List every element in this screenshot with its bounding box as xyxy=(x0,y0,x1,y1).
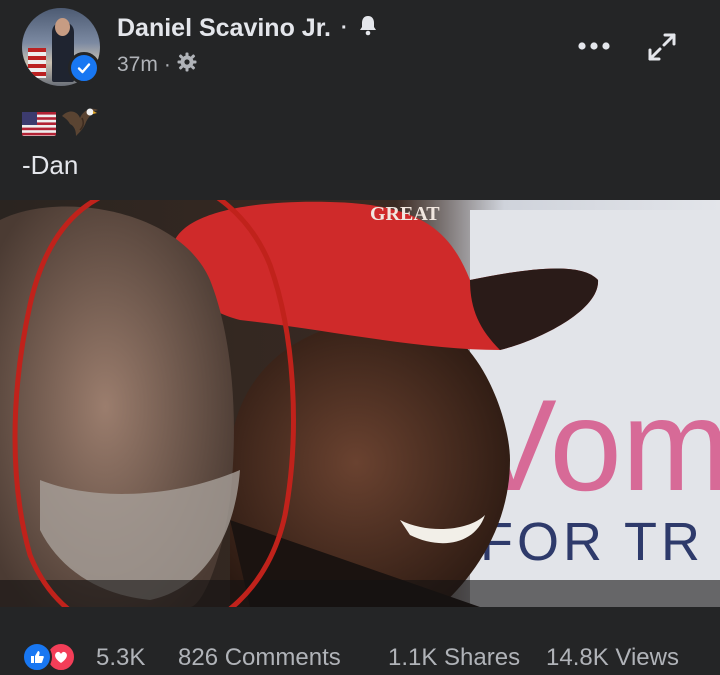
more-dots-icon xyxy=(578,42,610,50)
post-text: -Dan xyxy=(22,150,79,180)
separator-dot: · xyxy=(341,17,348,39)
post-meta: 37m · xyxy=(117,52,197,78)
views-count: 14.8K Views xyxy=(546,644,679,671)
expand-icon xyxy=(648,33,676,61)
verified-badge-icon xyxy=(68,52,100,84)
us-flag-emoji-icon xyxy=(22,108,56,146)
emoji-line xyxy=(22,108,100,146)
post-body: -Dan xyxy=(22,108,100,184)
reaction-count[interactable]: 5.3K xyxy=(96,644,145,672)
annotation-circle xyxy=(12,200,296,607)
flag-image xyxy=(28,48,46,78)
post-time[interactable]: 37m xyxy=(117,53,158,77)
more-options-button[interactable] xyxy=(576,36,612,56)
notification-bell-icon[interactable] xyxy=(358,14,378,43)
shares-count[interactable]: 1.1K Shares xyxy=(388,644,520,672)
time-separator: · xyxy=(163,53,171,76)
avatar-face xyxy=(55,18,70,36)
audience-gear-icon[interactable] xyxy=(177,52,197,78)
author-row: Daniel Scavino Jr. · xyxy=(117,14,378,43)
video-player[interactable]: Vom FOR TR GREAT xyxy=(0,200,720,607)
post-stats: 5.3K 826 Comments 1.1K Shares 14.8K View… xyxy=(0,612,720,675)
comments-count[interactable]: 826 Comments xyxy=(178,644,341,672)
post-header: Daniel Scavino Jr. · 37m · xyxy=(0,0,720,100)
reaction-summary[interactable] xyxy=(22,642,76,672)
expand-button[interactable] xyxy=(645,30,679,64)
eagle-emoji-icon xyxy=(60,106,100,148)
like-reaction-icon xyxy=(22,642,52,672)
author-name[interactable]: Daniel Scavino Jr. xyxy=(117,14,331,43)
